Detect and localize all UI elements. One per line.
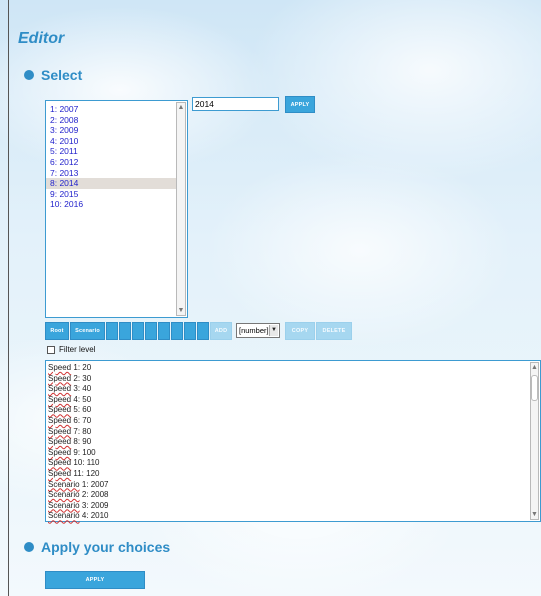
entry-row[interactable]: Speed 1: 20: [48, 363, 109, 374]
select-section-heading: Select: [24, 67, 82, 83]
apply-choices-button[interactable]: APPLY: [45, 571, 145, 589]
entry-value: 2: 30: [73, 373, 92, 383]
entry-name: Speed: [48, 373, 72, 383]
delete-button[interactable]: DELETE: [316, 322, 352, 340]
entry-name: Speed: [48, 415, 72, 425]
entry-name: Scenario: [48, 511, 80, 521]
entry-name: Speed: [48, 458, 72, 468]
select-heading-text: Select: [41, 67, 83, 83]
entry-value: 3: 2009: [81, 500, 109, 510]
entry-row[interactable]: Scenario 4: 2010: [48, 511, 109, 522]
entries-listbox[interactable]: Speed 1: 20 Speed 2: 30 Speed 3: 40 Speed 4…: [45, 360, 541, 522]
entry-row[interactable]: Scenario 2: 2008: [48, 490, 109, 501]
entry-name: Speed: [48, 447, 72, 457]
entry-value: 1: 20: [73, 363, 92, 372]
bullet-icon: [24, 542, 34, 552]
entry-row[interactable]: Speed 6: 70: [48, 416, 109, 427]
filter-level-row[interactable]: Filter level: [47, 345, 95, 354]
scroll-up-icon[interactable]: ▲: [177, 103, 185, 112]
entry-row[interactable]: Speed 10: 110: [48, 458, 109, 469]
entries-scrollbar[interactable]: ▲ ▼: [530, 362, 539, 520]
level-button[interactable]: [119, 322, 131, 340]
entry-row[interactable]: Speed 2: 30: [48, 374, 109, 385]
level-button[interactable]: [184, 322, 196, 340]
apply-heading-text: Apply your choices: [41, 539, 171, 555]
add-button[interactable]: ADD: [210, 322, 232, 340]
entry-row[interactable]: Speed 9: 100: [48, 448, 109, 459]
year-listbox[interactable]: 1: 2007 2: 2008 3: 2009 4: 2010 5: 2011 6: 20…: [45, 100, 188, 318]
year-list-item[interactable]: 5: 2011: [46, 146, 176, 157]
entry-value: 4: 50: [73, 394, 92, 404]
entry-value: 11: 120: [73, 468, 100, 478]
filter-level-checkbox[interactable]: [47, 345, 55, 354]
entry-value: 5: 60: [73, 405, 92, 415]
entry-value: 7: 80: [73, 426, 92, 436]
editor-title: Editor: [18, 30, 65, 47]
year-list-item[interactable]: 4: 2010: [46, 136, 176, 147]
entry-row[interactable]: Speed 11: 120: [48, 469, 109, 480]
year-list-item[interactable]: 1: 2007: [46, 104, 176, 115]
filter-level-label: Filter level: [59, 345, 96, 354]
entry-name: Speed: [48, 405, 72, 415]
value-input[interactable]: [192, 97, 279, 111]
entry-value: 10: 110: [73, 458, 100, 468]
year-list-scrollbar[interactable]: ▲ ▼: [176, 102, 186, 316]
year-list-item[interactable]: 7: 2013: [46, 168, 176, 179]
entries-list-items: Speed 1: 20 Speed 2: 30 Speed 3: 40 Speed 4…: [48, 363, 109, 522]
apply-section-heading: Apply your choices: [24, 539, 170, 555]
level-button[interactable]: [171, 322, 183, 340]
entry-value: 6: 70: [73, 415, 92, 425]
entry-row[interactable]: Speed 7: 80: [48, 427, 109, 438]
level-button[interactable]: [197, 322, 209, 340]
entry-name: Scenario: [48, 500, 80, 510]
scenario-button[interactable]: Scenario: [70, 322, 105, 340]
year-list-item[interactable]: 6: 2012: [46, 157, 176, 168]
entry-value: 3: 40: [73, 384, 92, 394]
entry-name: Speed: [48, 468, 72, 478]
entry-name: Scenario: [48, 479, 80, 489]
bullet-icon: [24, 70, 34, 80]
type-select[interactable]: [number] ▼: [236, 323, 280, 338]
level-button[interactable]: [158, 322, 170, 340]
entry-value: 8: 90: [73, 437, 92, 447]
year-list-item[interactable]: 3: 2009: [46, 125, 176, 136]
entry-name: Speed: [48, 426, 72, 436]
level-button[interactable]: [145, 322, 157, 340]
apply-value-button[interactable]: APPLY: [285, 96, 315, 113]
entry-name: Scenario: [48, 490, 80, 500]
entry-row[interactable]: Speed 3: 40: [48, 384, 109, 395]
type-select-value: [number]: [239, 326, 269, 335]
scroll-down-icon[interactable]: ▼: [531, 510, 538, 519]
entry-name: Speed: [48, 394, 72, 404]
entry-row[interactable]: Speed 4: 50: [48, 395, 109, 406]
entry-row[interactable]: Speed 5: 60: [48, 405, 109, 416]
entry-value: 1: 2007: [81, 479, 109, 489]
chevron-down-icon: ▼: [269, 325, 278, 336]
entry-name: Speed: [48, 437, 72, 447]
entry-name: Speed: [48, 363, 72, 372]
year-list-item[interactable]: 8: 2014: [46, 178, 176, 189]
root-button[interactable]: Root: [45, 322, 69, 340]
entry-value: 4: 2010: [81, 511, 109, 521]
entry-name: Speed: [48, 384, 72, 394]
year-list-item[interactable]: 10: 2016: [46, 199, 176, 210]
year-list-item[interactable]: 9: 2015: [46, 189, 176, 200]
entry-row[interactable]: Speed 8: 90: [48, 437, 109, 448]
year-list-items: 1: 2007 2: 2008 3: 2009 4: 2010 5: 2011 6: 20…: [46, 104, 176, 210]
entry-value: 9: 100: [73, 447, 96, 457]
level-button[interactable]: [132, 322, 144, 340]
year-list-item[interactable]: 2: 2008: [46, 115, 176, 126]
level-button[interactable]: [106, 322, 118, 340]
scrollbar-thumb[interactable]: [531, 375, 538, 401]
scroll-up-icon[interactable]: ▲: [531, 363, 538, 372]
scroll-down-icon[interactable]: ▼: [177, 306, 185, 315]
entry-value: 2: 2008: [81, 490, 109, 500]
entry-row[interactable]: Scenario 3: 2009: [48, 501, 109, 512]
copy-button[interactable]: COPY: [285, 322, 315, 340]
entry-row[interactable]: Scenario 1: 2007: [48, 480, 109, 491]
